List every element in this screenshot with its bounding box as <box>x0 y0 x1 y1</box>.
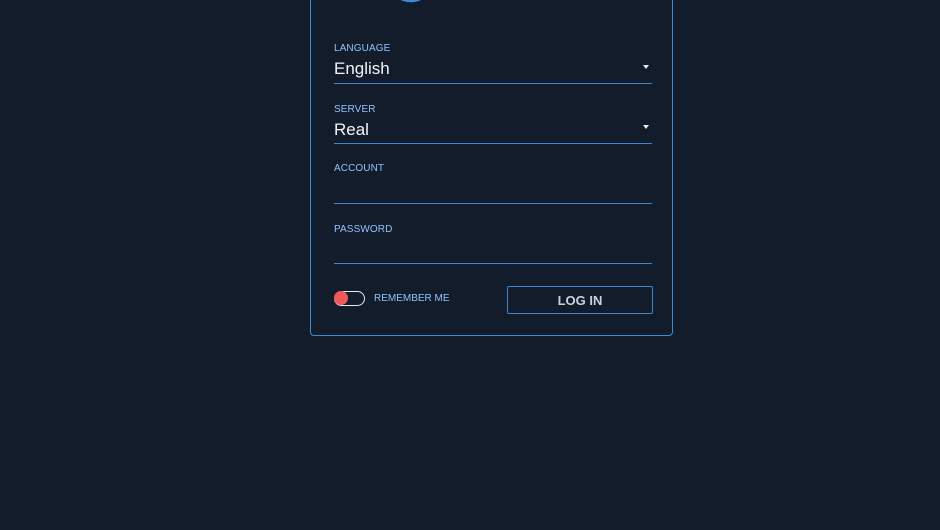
password-label: PASSWORD <box>334 224 393 235</box>
server-underline <box>334 143 652 144</box>
language-select[interactable]: LANGUAGE English <box>334 40 652 86</box>
language-value: English <box>334 59 390 78</box>
language-underline <box>334 83 652 84</box>
language-label: LANGUAGE <box>334 43 391 54</box>
server-value: Real <box>334 120 369 139</box>
server-select[interactable]: SERVER Real <box>334 100 652 146</box>
toggle-knob <box>334 291 348 305</box>
account-underline <box>334 203 652 204</box>
account-label: ACCOUNT <box>334 163 385 174</box>
password-underline <box>334 263 652 264</box>
remember-me-label: REMEMBER ME <box>374 293 450 304</box>
caret-down-icon <box>643 65 649 69</box>
brand-logo <box>400 0 422 3</box>
password-input[interactable] <box>334 240 652 262</box>
account-input[interactable] <box>334 179 652 201</box>
login-screen: LANGUAGE English SERVER Real ACCOUNT PAS… <box>0 0 940 530</box>
account-field: ACCOUNT <box>334 160 652 206</box>
caret-down-icon <box>643 125 649 129</box>
remember-me-toggle[interactable] <box>334 291 365 306</box>
server-label: SERVER <box>334 104 376 115</box>
login-button[interactable]: LOG IN <box>507 286 653 314</box>
password-field: PASSWORD <box>334 220 652 266</box>
